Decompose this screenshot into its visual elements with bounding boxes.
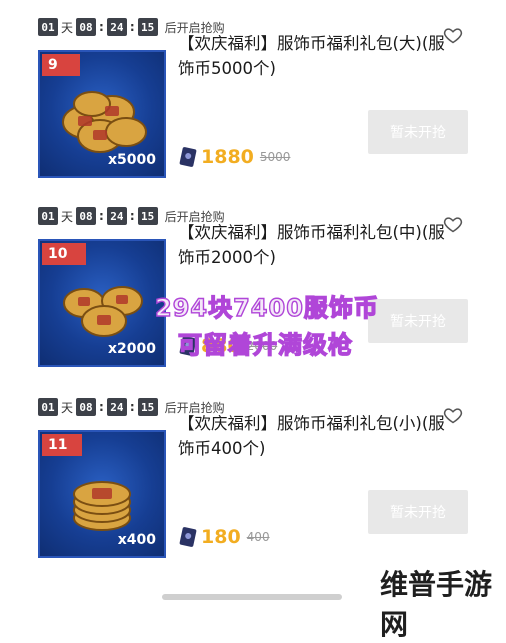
timer-colon: : [129, 20, 135, 34]
heart-outline-icon[interactable] [443, 405, 463, 425]
product-title[interactable]: 【欢庆福利】服饰币福利礼包(小)(服饰币400个) [178, 411, 448, 461]
price-row: 1880 5000 [179, 145, 291, 169]
timer-days: 01 [38, 207, 58, 225]
site-watermark: 维普手游网 [380, 568, 493, 641]
timer-days-label: 天 [61, 400, 74, 415]
timer-seconds: 15 [137, 398, 158, 416]
home-indicator[interactable] [162, 594, 342, 600]
buy-button[interactable]: 暂未开抢 [368, 490, 468, 534]
product-image[interactable]: 10 x2000 [38, 239, 166, 367]
timer-minutes: 24 [106, 207, 127, 225]
price-row: 180 400 [179, 525, 270, 549]
timer-colon: : [99, 209, 104, 223]
timer-days-label: 天 [61, 209, 74, 224]
ticket-currency-icon [179, 146, 197, 168]
timer-seconds: 15 [137, 18, 158, 36]
timer-days-label: 天 [61, 20, 74, 35]
timer-hours: 08 [76, 398, 97, 416]
buy-button[interactable]: 暂未开抢 [368, 299, 468, 343]
heart-outline-icon[interactable] [443, 25, 463, 45]
quantity-label: x2000 [108, 341, 156, 357]
quantity-label: x5000 [108, 152, 156, 168]
heart-outline-icon[interactable] [443, 214, 463, 234]
timer-seconds: 15 [137, 207, 158, 225]
timer-colon: : [99, 400, 104, 414]
product-card[interactable]: 01 天 08 : 24 : 15 后开启抢购 11 x400 【欢庆福利】服饰… [0, 397, 506, 587]
current-price: 1880 [201, 146, 254, 168]
timer-days: 01 [38, 398, 58, 416]
current-price: 180 [201, 526, 241, 548]
timer-colon: : [129, 209, 135, 223]
promo-overlay-line2: 可留着升满级枪 [177, 330, 353, 359]
timer-colon: : [99, 20, 104, 34]
timer-colon: : [129, 400, 135, 414]
product-card[interactable]: 01 天 08 : 24 : 15 后开启抢购 9 x5000 【欢庆福利】服饰… [0, 17, 506, 207]
quantity-label: x400 [117, 532, 156, 548]
timer-minutes: 24 [106, 18, 127, 36]
original-price: 5000 [259, 150, 291, 164]
ticket-currency-icon [179, 526, 197, 548]
original-price: 400 [246, 530, 270, 544]
product-image[interactable]: 9 x5000 [38, 50, 166, 178]
timer-hours: 08 [76, 18, 97, 36]
timer-hours: 08 [76, 207, 97, 225]
buy-button[interactable]: 暂未开抢 [368, 110, 468, 154]
timer-days: 01 [38, 18, 58, 36]
promo-overlay-line1: 294块7400服饰币 [154, 293, 379, 322]
product-image[interactable]: 11 x400 [38, 430, 166, 558]
product-title[interactable]: 【欢庆福利】服饰币福利礼包(大)(服饰币5000个) [178, 31, 448, 81]
product-title[interactable]: 【欢庆福利】服饰币福利礼包(中)(服饰币2000个) [178, 220, 448, 270]
timer-minutes: 24 [106, 398, 127, 416]
